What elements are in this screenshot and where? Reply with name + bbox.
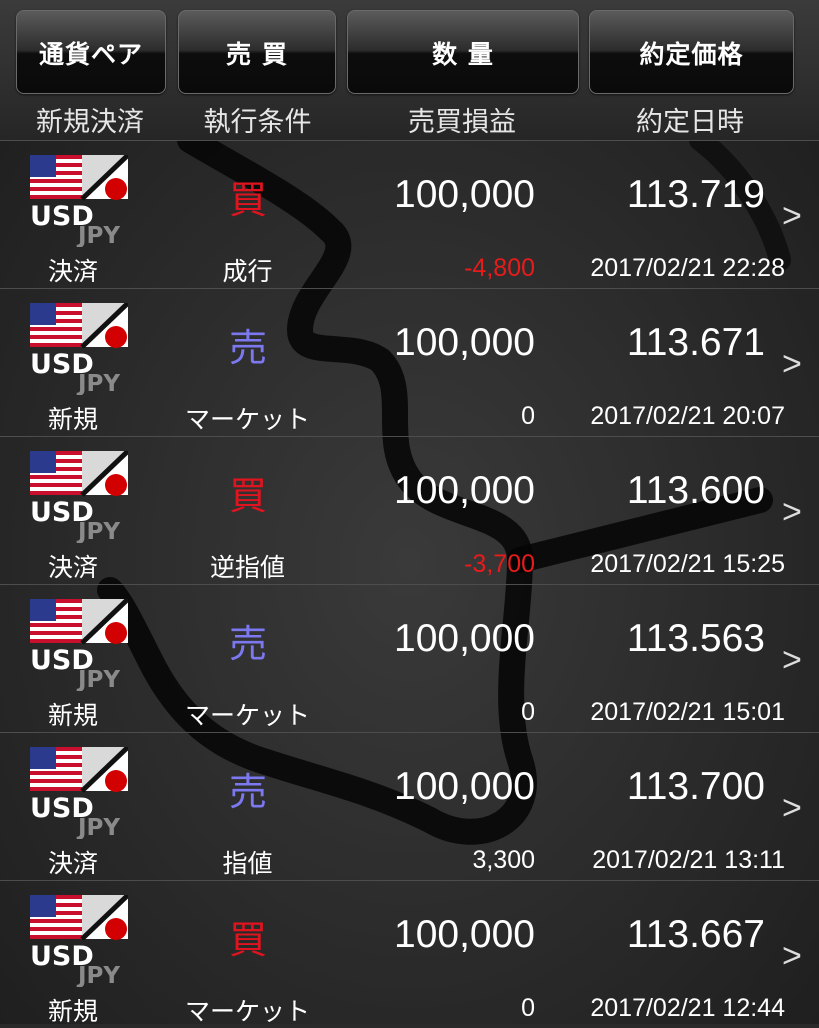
sort-execution-price-button[interactable]: 約定価格 <box>589 10 794 94</box>
quantity-value: 100,000 <box>394 469 535 512</box>
usd-jpy-flag-icon: USD JPY <box>30 895 128 987</box>
order-type-label: 新規 <box>47 701 98 730</box>
profit-loss-value: 0 <box>521 994 535 1022</box>
execution-condition-label: マーケット <box>184 997 310 1026</box>
profit-loss-value: -4,800 <box>464 254 535 282</box>
pair-quote: JPY <box>76 963 120 987</box>
chevron-right-icon[interactable]: > <box>782 493 812 532</box>
execution-price-value: 113.719 <box>626 173 765 216</box>
execution-datetime-value: 2017/02/21 15:01 <box>590 698 785 726</box>
profit-loss-value: -3,700 <box>464 550 535 578</box>
execution-row[interactable]: USD JPY 買 100,000 113.667 > 新規 マーケット 0 2… <box>0 880 819 1028</box>
profit-loss-value: 0 <box>521 402 535 430</box>
execution-condition-label: マーケット <box>184 701 310 730</box>
side-label: 買 <box>228 474 267 518</box>
execution-datetime-value: 2017/02/21 12:44 <box>590 994 785 1022</box>
column-header-bar: 通貨ペア 売 買 数 量 約定価格 新規決済 執行条件 売買損益 約定日時 <box>0 0 819 141</box>
side-label: 買 <box>228 178 267 222</box>
pair-quote: JPY <box>76 815 120 839</box>
execution-price-value: 113.671 <box>626 321 765 364</box>
quantity-value: 100,000 <box>394 617 535 660</box>
execution-condition-label: 成行 <box>222 257 273 286</box>
quantity-value: 100,000 <box>394 913 535 956</box>
chevron-right-icon[interactable]: > <box>782 197 812 236</box>
usd-jpy-flag-icon: USD JPY <box>30 599 128 691</box>
order-type-label: 新規 <box>47 997 98 1026</box>
execution-row[interactable]: USD JPY 買 100,000 113.600 > 決済 逆指値 -3,70… <box>0 436 819 584</box>
side-label: 売 <box>228 770 267 814</box>
chevron-right-icon[interactable]: > <box>782 789 812 828</box>
sort-side-button[interactable]: 売 買 <box>178 10 336 94</box>
side-label: 売 <box>228 326 267 370</box>
order-type-label: 決済 <box>47 257 98 286</box>
execution-row[interactable]: USD JPY 売 100,000 113.671 > 新規 マーケット 0 2… <box>0 288 819 436</box>
execution-condition-label: 逆指値 <box>209 553 285 582</box>
pair-quote: JPY <box>76 223 120 247</box>
order-type-label: 決済 <box>47 849 98 878</box>
execution-condition-label: 指値 <box>222 849 273 878</box>
chevron-right-icon[interactable]: > <box>782 937 812 976</box>
subheader-profit-loss: 売買損益 <box>408 107 516 138</box>
profit-loss-value: 0 <box>521 698 535 726</box>
pair-quote: JPY <box>76 371 120 395</box>
pair-quote: JPY <box>76 519 120 543</box>
usd-jpy-flag-icon: USD JPY <box>30 155 128 247</box>
execution-row[interactable]: USD JPY 売 100,000 113.700 > 決済 指値 3,300 … <box>0 732 819 880</box>
chevron-right-icon[interactable]: > <box>782 641 812 680</box>
quantity-value: 100,000 <box>394 321 535 364</box>
side-label: 買 <box>228 918 267 962</box>
quantity-value: 100,000 <box>394 765 535 808</box>
quantity-value: 100,000 <box>394 173 535 216</box>
profit-loss-value: 3,300 <box>472 846 535 874</box>
execution-datetime-value: 2017/02/21 22:28 <box>590 254 785 282</box>
execution-datetime-value: 2017/02/21 15:25 <box>590 550 785 578</box>
pair-quote: JPY <box>76 667 120 691</box>
subheader-execution-condition: 執行条件 <box>203 107 312 138</box>
execution-price-value: 113.700 <box>626 765 765 808</box>
execution-price-value: 113.600 <box>626 469 765 512</box>
sort-currency-pair-button[interactable]: 通貨ペア <box>16 10 166 94</box>
execution-datetime-value: 2017/02/21 13:11 <box>592 846 785 874</box>
subheader-new-settle: 新規決済 <box>36 107 144 138</box>
execution-row[interactable]: USD JPY 売 100,000 113.563 > 新規 マーケット 0 2… <box>0 584 819 732</box>
execution-condition-label: マーケット <box>184 405 310 434</box>
execution-row[interactable]: USD JPY 買 100,000 113.719 > 決済 成行 -4,800… <box>0 140 819 288</box>
subheader-execution-datetime: 約定日時 <box>636 107 744 138</box>
execution-price-value: 113.667 <box>626 913 765 956</box>
order-type-label: 決済 <box>47 553 98 582</box>
execution-datetime-value: 2017/02/21 20:07 <box>590 402 785 430</box>
sort-quantity-button[interactable]: 数 量 <box>347 10 579 94</box>
usd-jpy-flag-icon: USD JPY <box>30 747 128 839</box>
side-label: 売 <box>228 622 267 666</box>
usd-jpy-flag-icon: USD JPY <box>30 303 128 395</box>
usd-jpy-flag-icon: USD JPY <box>30 451 128 543</box>
order-type-label: 新規 <box>47 405 98 434</box>
chevron-right-icon[interactable]: > <box>782 345 812 384</box>
execution-price-value: 113.563 <box>626 617 765 660</box>
